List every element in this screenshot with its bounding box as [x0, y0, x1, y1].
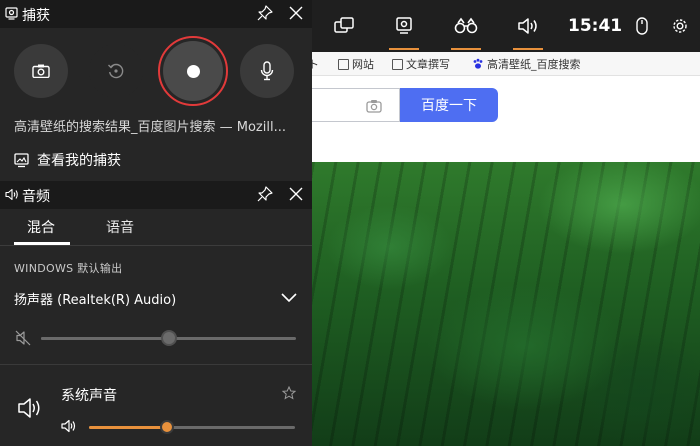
gallery-icon: [14, 152, 29, 167]
tab-mix[interactable]: 混合: [27, 217, 55, 237]
star-icon[interactable]: [282, 386, 296, 400]
system-sounds-volume-fill: [89, 426, 167, 429]
folder-icon: [392, 58, 403, 70]
game-bar-side-panel: 捕获 高清壁纸的搜索结果_百度图片搜索 — Mozill... 查看我的捕获 音…: [0, 0, 312, 446]
tab-divider: [0, 245, 312, 246]
start-recording-button[interactable]: [158, 36, 228, 106]
master-volume-fill: [41, 337, 169, 340]
record-button-face: [163, 41, 223, 101]
camera-icon: [32, 64, 50, 78]
volume-icon[interactable]: [61, 419, 77, 433]
browser-background: ト 网站 文章撰写 高清壁纸_百度搜索 百度一下: [312, 0, 700, 446]
record-dot-icon: [186, 64, 200, 78]
speaker-icon: [5, 188, 18, 201]
widget-menu-button[interactable]: [326, 0, 362, 52]
widget-menu-icon: [334, 17, 354, 33]
pin-icon[interactable]: [257, 5, 273, 21]
capture-widget-button[interactable]: [386, 0, 422, 52]
output-device-name: 扬声器 (Realtek(R) Audio): [14, 293, 177, 308]
replay-icon: [108, 63, 124, 79]
wallpaper-image: [312, 162, 700, 446]
active-underline: [389, 48, 419, 50]
capture-header-icon: [5, 7, 18, 20]
baidu-search-button[interactable]: 百度一下: [400, 88, 498, 122]
game-bar-topbar: 15:41: [312, 0, 700, 52]
audio-panel-title: 音频: [22, 189, 50, 205]
record-last-30s-button[interactable]: [89, 44, 143, 98]
mouse-settings-button[interactable]: [628, 0, 656, 52]
output-device-dropdown[interactable]: 扬声器 (Realtek(R) Audio): [14, 289, 300, 309]
master-volume-thumb[interactable]: [161, 330, 177, 346]
speaker-muted-icon[interactable]: [15, 330, 31, 346]
chevron-down-icon: [281, 293, 297, 303]
pin-icon[interactable]: [257, 186, 273, 202]
search-row: 百度一下: [312, 88, 700, 124]
capture-icon: [396, 17, 412, 34]
bookmark-hd-wallpaper[interactable]: 高清壁纸_百度搜索: [472, 56, 581, 72]
system-sounds-speaker-icon: [18, 398, 40, 418]
camera-icon[interactable]: [366, 99, 382, 113]
close-icon[interactable]: [288, 5, 304, 21]
search-input[interactable]: [312, 88, 400, 122]
view-my-captures-link[interactable]: 查看我的捕获: [14, 150, 121, 170]
audio-panel-header: 音频: [0, 181, 312, 209]
active-underline: [451, 48, 481, 50]
clock: 15:41: [568, 16, 623, 36]
baidu-paw-icon: [473, 58, 483, 69]
active-underline: [513, 48, 543, 50]
system-sounds-volume-slider[interactable]: [89, 420, 295, 434]
capture-target-title: 高清壁纸的搜索结果_百度图片搜索 — Mozill...: [14, 120, 286, 135]
master-volume-slider[interactable]: [41, 330, 296, 346]
system-sounds-volume-thumb[interactable]: [160, 420, 174, 434]
settings-button[interactable]: [664, 0, 696, 52]
binoculars-icon: [454, 17, 478, 34]
system-sounds-label: 系统声音: [61, 388, 117, 404]
capture-panel-header: 捕获: [0, 0, 312, 28]
screenshot-button[interactable]: [14, 44, 68, 98]
close-icon[interactable]: [288, 186, 304, 202]
mouse-icon: [636, 17, 648, 35]
default-output-label: WINDOWS 默认输出: [14, 262, 123, 275]
performance-widget-button[interactable]: [448, 0, 484, 52]
folder-icon: [338, 58, 349, 70]
bookmark-websites[interactable]: 网站: [338, 56, 374, 72]
section-divider: [0, 364, 312, 365]
gear-icon: [673, 19, 687, 33]
audio-widget-button[interactable]: [510, 0, 546, 52]
bookmark-article-writing[interactable]: 文章撰写: [392, 56, 450, 72]
capture-panel-title: 捕获: [22, 8, 50, 24]
view-captures-label: 查看我的捕获: [37, 153, 121, 169]
speaker-icon: [518, 18, 537, 34]
bookmarks-bar: ト 网站 文章撰写 高清壁纸_百度搜索: [312, 52, 700, 76]
bookmark-fragment: ト: [312, 58, 319, 71]
microphone-toggle-button[interactable]: [240, 44, 294, 98]
tab-voice[interactable]: 语音: [106, 217, 134, 237]
microphone-icon: [260, 61, 274, 81]
